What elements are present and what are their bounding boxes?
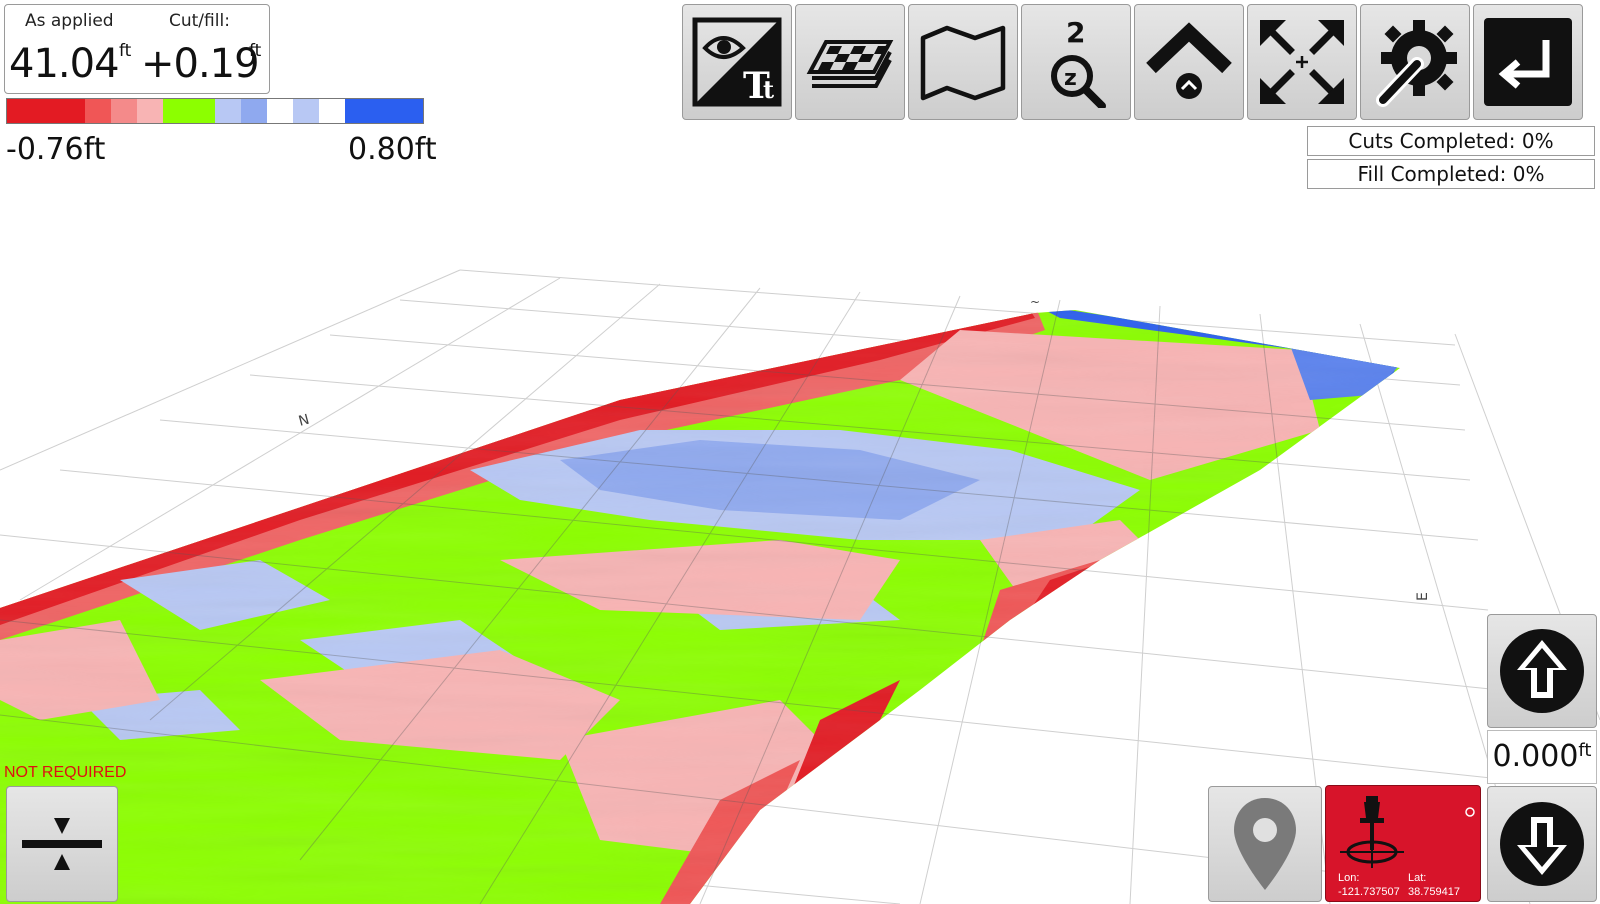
scale-swatch [7, 99, 33, 123]
longitude-value: -121.737507 [1338, 886, 1400, 898]
chevron-up-icon [1146, 22, 1232, 99]
folded-map-icon [920, 25, 1006, 101]
pushpin-target-icon [1340, 796, 1404, 868]
scale-swatch [267, 99, 293, 123]
scale-swatch [33, 99, 59, 123]
arrow-down-circle-icon [1500, 802, 1584, 886]
scale-max-label: 0.80ft [348, 132, 437, 167]
view-text-toggle-button[interactable]: T t [682, 4, 792, 120]
svg-text:z: z [1064, 66, 1077, 91]
blade-control-button[interactable] [6, 786, 118, 902]
zoom-2-icon: 2 z [1051, 16, 1106, 108]
blade-level-icon [22, 818, 102, 870]
offset-display: 0.000ft [1487, 730, 1597, 784]
status-dot-icon [1465, 807, 1475, 817]
cut-fill-unit: ft [249, 41, 262, 61]
scale-swatch [241, 99, 267, 123]
checkered-layers-icon [806, 40, 894, 88]
position-pin-button[interactable]: Lon: Lat: -121.737507 38.759417 [1325, 785, 1481, 902]
cut-fill-color-scale [6, 98, 424, 124]
offset-unit: ft [1578, 740, 1592, 761]
cut-fill-label: Cut/fill: [169, 11, 230, 31]
settings-button[interactable] [1360, 4, 1470, 120]
expand-arrows-icon [1260, 20, 1344, 104]
scale-swatch [163, 99, 189, 123]
scale-swatch [137, 99, 163, 123]
map-button[interactable] [908, 4, 1018, 120]
offset-value: 0.000 [1492, 739, 1579, 774]
cut-fill-readout-panel: As applied Cut/fill: 41.04 ft +0.19 ft [4, 4, 270, 94]
scale-swatch [215, 99, 241, 123]
as-applied-unit: ft [119, 41, 132, 61]
compass-north-label: N [297, 412, 311, 430]
location-button[interactable] [1208, 786, 1322, 902]
lower-offset-button[interactable] [1487, 786, 1597, 902]
fill-completed-status: Fill Completed: 0% [1307, 159, 1595, 189]
zoom-2-button[interactable]: 2 z [1021, 4, 1131, 120]
as-applied-value: 41.04 [9, 41, 120, 87]
fit-extents-button[interactable] [1247, 4, 1357, 120]
arrow-up-circle-icon [1500, 629, 1584, 713]
location-pin-icon [1234, 798, 1296, 890]
scale-swatch [371, 99, 397, 123]
svg-text:t: t [763, 75, 774, 104]
return-arrow-icon [1484, 18, 1572, 106]
gear-wrench-icon [1376, 20, 1457, 107]
scale-swatch [293, 99, 319, 123]
svg-text:2: 2 [1066, 16, 1085, 49]
eye-text-icon: T t [692, 17, 782, 107]
compass-east-label: E [1415, 592, 1431, 601]
scale-swatch [111, 99, 137, 123]
compass-north-tick: ~ [1030, 295, 1040, 309]
scale-swatch [397, 99, 423, 123]
scale-swatch [85, 99, 111, 123]
top-view-button[interactable] [1134, 4, 1244, 120]
scale-swatch [345, 99, 371, 123]
raise-offset-button[interactable] [1487, 614, 1597, 728]
not-required-label: NOT REQUIRED [4, 764, 127, 781]
latitude-value: 38.759417 [1408, 886, 1460, 898]
as-applied-label: As applied [25, 11, 114, 31]
top-toolbar: T t 2 z [682, 4, 1583, 120]
scale-swatch [59, 99, 85, 123]
scale-min-label: -0.76ft [6, 132, 106, 167]
cuts-completed-status: Cuts Completed: 0% [1307, 126, 1595, 156]
longitude-label: Lon: [1338, 872, 1360, 884]
scale-swatch [189, 99, 215, 123]
scale-swatch [319, 99, 345, 123]
cut-fill-value: +0.19 [141, 41, 260, 87]
latitude-label: Lat: [1408, 872, 1427, 884]
return-button[interactable] [1473, 4, 1583, 120]
layers-button[interactable] [795, 4, 905, 120]
